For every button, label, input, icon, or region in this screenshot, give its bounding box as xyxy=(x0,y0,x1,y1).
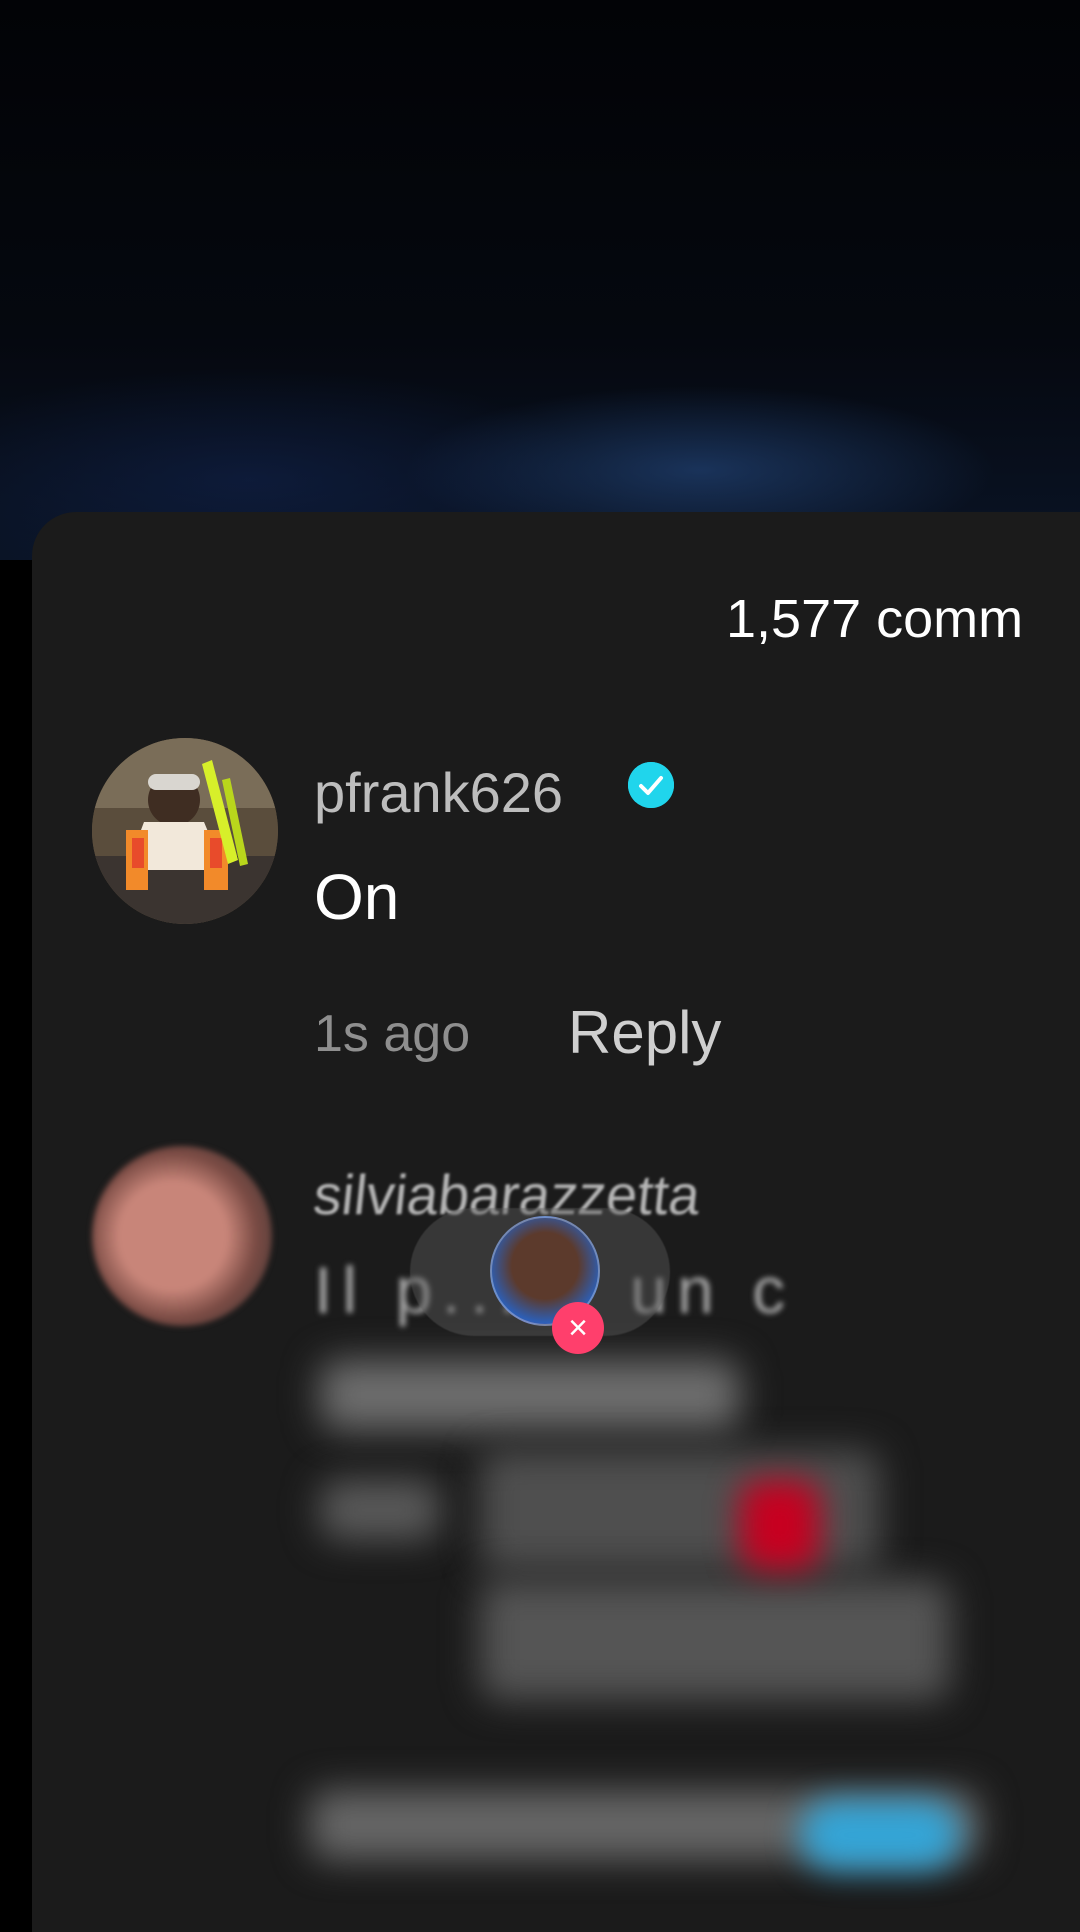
blurred-text-line xyxy=(320,1480,440,1540)
avatar-image xyxy=(92,738,278,924)
comment-time: 1s ago xyxy=(314,1005,471,1063)
comment-count: 1,577 comm xyxy=(726,589,1024,649)
verified-check-icon xyxy=(628,762,674,808)
blurred-text-line xyxy=(480,1580,950,1700)
video-background xyxy=(0,0,1080,560)
close-icon[interactable]: × xyxy=(552,1302,604,1354)
comment-username[interactable]: pfrank626 xyxy=(314,760,563,825)
reply-button[interactable]: Reply xyxy=(568,998,721,1067)
comment-text: On xyxy=(314,861,400,933)
blurred-red-accent xyxy=(740,1480,820,1570)
avatar-silviabarazzetta[interactable] xyxy=(92,1146,272,1326)
avatar-pfrank626[interactable] xyxy=(92,738,278,924)
blurred-blue-accent xyxy=(800,1800,960,1870)
blurred-text-line xyxy=(480,1450,880,1570)
blurred-text-line xyxy=(320,1360,740,1430)
